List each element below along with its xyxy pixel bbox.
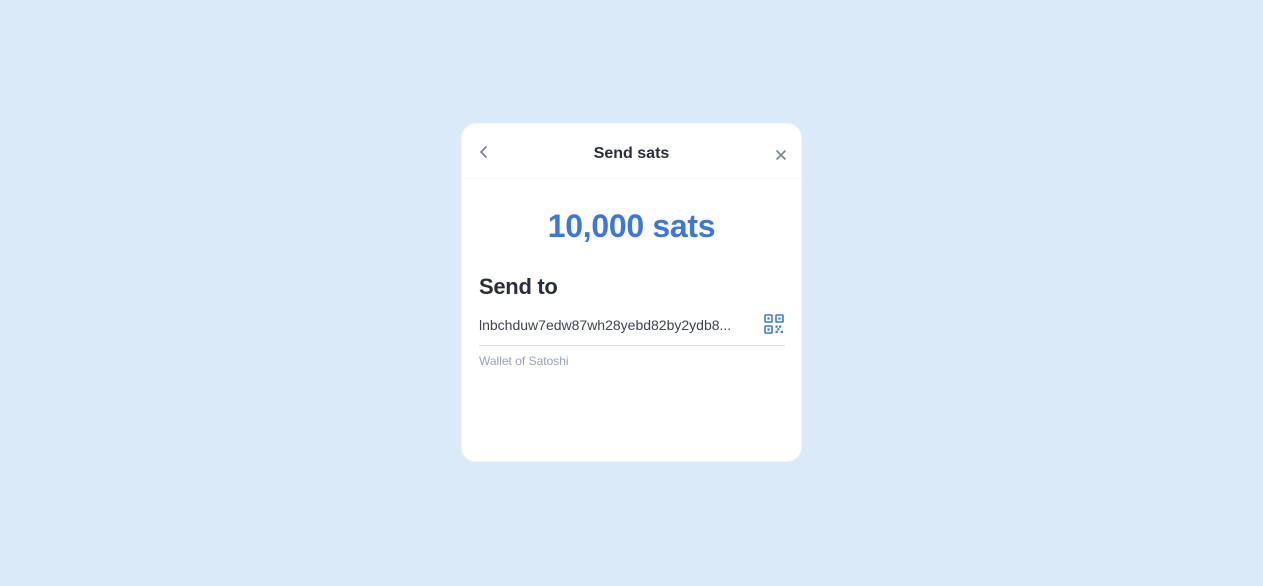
amount-display: 10,000 sats	[547, 208, 716, 244]
recipient-address[interactable]: lnbchduw7edw87wh28yebd82by2ydb8...	[479, 317, 749, 333]
send-sats-dialog: Send sats 10,000 sats Send to lnbchduw7e…	[462, 124, 801, 461]
send-to-heading: Send to	[479, 274, 558, 299]
dialog-title: Send sats	[593, 145, 670, 162]
close-icon	[776, 150, 786, 160]
scan-qr-button[interactable]	[764, 314, 784, 334]
wallet-name-label: Wallet of Satoshi	[479, 354, 569, 368]
qr-code-icon	[764, 314, 784, 334]
recipient-address-field[interactable]: lnbchduw7edw87wh28yebd82by2ydb8...	[479, 313, 785, 346]
dialog-header: Send sats	[462, 124, 801, 179]
close-button[interactable]	[775, 148, 787, 160]
